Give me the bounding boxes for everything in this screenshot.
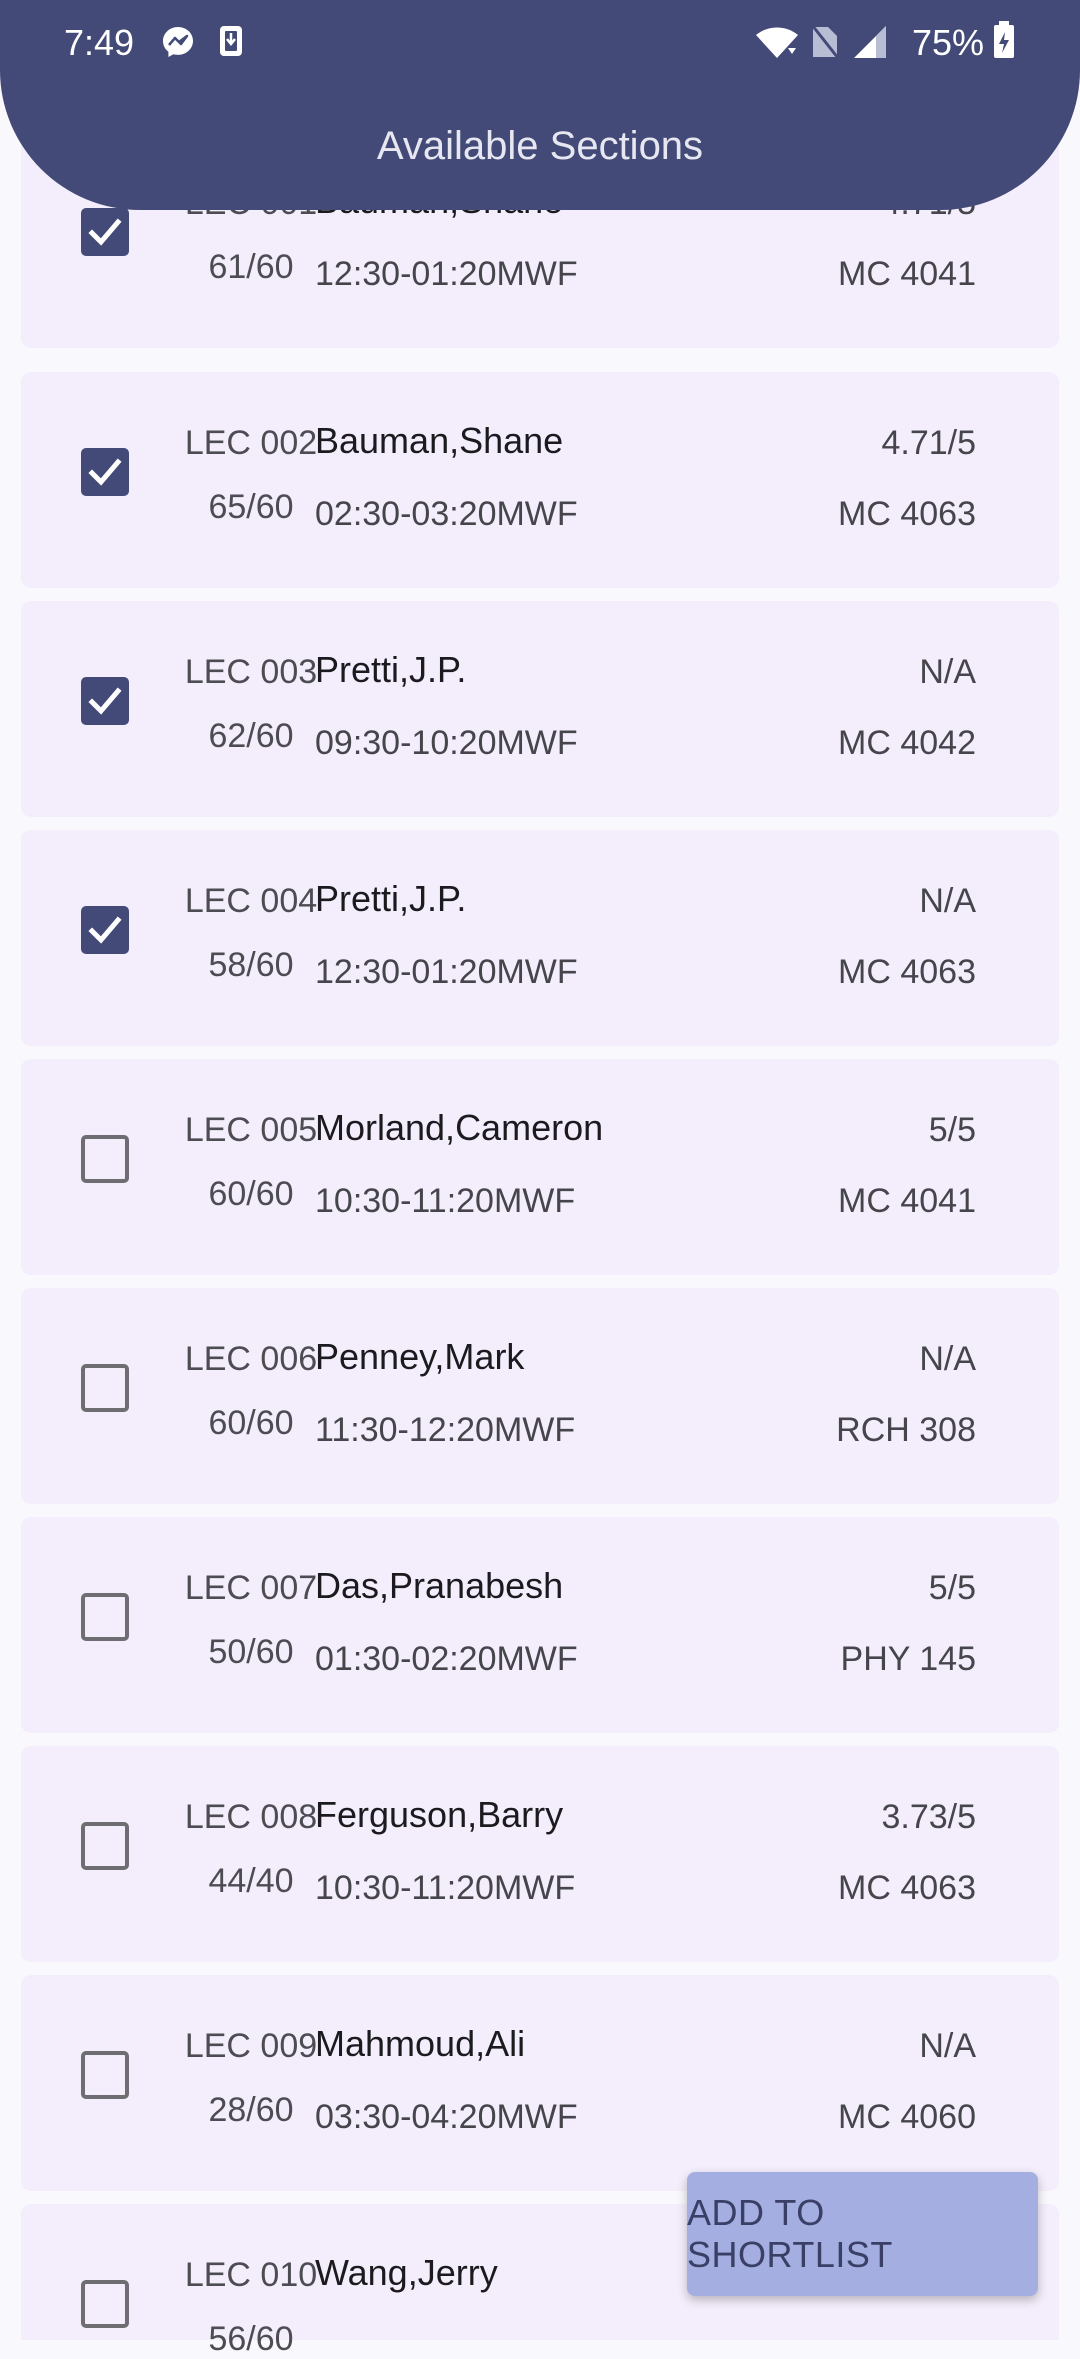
section-card[interactable]: LEC 006 60/60 Penney,Mark 11:30-12:20MWF… (21, 1288, 1059, 1504)
instructor-rating: 5/5 (928, 1111, 976, 1149)
section-card[interactable]: LEC 002 65/60 Bauman,Shane 02:30-03:20MW… (21, 372, 1059, 588)
battery-percent: 75% (912, 22, 985, 63)
page-title: Available Sections (376, 124, 704, 168)
add-to-shortlist-label: ADD TO SHORTLIST (687, 2192, 893, 2275)
section-checkbox[interactable] (81, 2051, 129, 2099)
wifi-icon (756, 27, 798, 58)
section-checkbox[interactable] (81, 2280, 129, 2328)
section-card[interactable]: LEC 005 60/60 Morland,Cameron 10:30-11:2… (21, 1059, 1059, 1275)
instructor-name: Morland,Cameron (315, 1107, 604, 1148)
meeting-time: 01:30-02:20MWF (315, 1640, 578, 1678)
section-checkbox[interactable] (81, 208, 129, 256)
instructor-name: Ferguson,Barry (315, 1794, 564, 1835)
instructor-rating: 3.73/5 (881, 1798, 976, 1836)
section-checkbox[interactable] (81, 677, 129, 725)
instructor-rating: 5/5 (928, 1569, 976, 1607)
check-icon (88, 916, 122, 944)
instructor-rating: N/A (919, 1340, 976, 1378)
download-icon (220, 26, 242, 56)
room-location: PHY 145 (840, 1640, 976, 1678)
app-header: 7:49 75% Available Sections (0, 0, 1080, 210)
instructor-rating: N/A (919, 882, 976, 920)
meeting-time: 09:30-10:20MWF (315, 724, 578, 762)
signal-icon (854, 26, 886, 58)
section-card[interactable]: LEC 008 44/40 Ferguson,Barry 10:30-11:20… (21, 1746, 1059, 1962)
meeting-time: 10:30-11:20MWF (315, 1182, 576, 1220)
messenger-icon (163, 27, 193, 57)
room-location: MC 4042 (838, 724, 976, 762)
instructor-rating: N/A (919, 2027, 976, 2065)
check-icon (88, 458, 122, 486)
instructor-name: Pretti,J.P. (315, 649, 467, 690)
instructor-name: Pretti,J.P. (315, 878, 467, 919)
section-card[interactable]: LEC 009 28/60 Mahmoud,Ali 03:30-04:20MWF… (21, 1975, 1059, 2191)
section-checkbox[interactable] (81, 1822, 129, 1870)
status-time: 7:49 (64, 22, 135, 63)
instructor-name: Mahmoud,Ali (315, 2023, 526, 2064)
section-checkbox[interactable] (81, 1593, 129, 1641)
section-checkbox[interactable] (81, 906, 129, 954)
meeting-time: 11:30-12:20MWF (315, 1411, 576, 1449)
meeting-time: 03:30-04:20MWF (315, 2098, 578, 2136)
section-card[interactable]: LEC 007 50/60 Das,Pranabesh 01:30-02:20M… (21, 1517, 1059, 1733)
room-location: MC 4063 (838, 1869, 976, 1907)
room-location: MC 4041 (838, 255, 976, 293)
room-location: MC 4041 (838, 1182, 976, 1220)
battery-icon (994, 21, 1014, 58)
room-location: RCH 308 (836, 1411, 976, 1449)
check-icon (88, 687, 122, 715)
room-location: MC 4060 (838, 2098, 976, 2136)
meeting-time: 12:30-01:20MWF (315, 953, 578, 991)
section-card[interactable]: LEC 004 58/60 Pretti,J.P. 12:30-01:20MWF… (21, 830, 1059, 1046)
add-to-shortlist-button[interactable]: ADD TO SHORTLIST (687, 2172, 1038, 2296)
room-location: MC 4063 (838, 953, 976, 991)
section-card[interactable]: LEC 003 62/60 Pretti,J.P. 09:30-10:20MWF… (21, 601, 1059, 817)
room-location: MC 4063 (838, 495, 976, 533)
section-checkbox[interactable] (81, 1135, 129, 1183)
instructor-name: Wang,Jerry (315, 2252, 498, 2293)
instructor-rating: 4.71/5 (881, 424, 976, 462)
no-sim-icon (810, 24, 840, 59)
section-checkbox[interactable] (81, 448, 129, 496)
instructor-name: Das,Pranabesh (315, 1565, 564, 1606)
section-checkbox[interactable] (81, 1364, 129, 1412)
meeting-time: 10:30-11:20MWF (315, 1869, 576, 1907)
meeting-time: 02:30-03:20MWF (315, 495, 578, 533)
instructor-rating: N/A (919, 653, 976, 691)
meeting-time: 12:30-01:20MWF (315, 255, 578, 293)
instructor-name: Penney,Mark (315, 1336, 525, 1377)
sections-list[interactable]: LEC 001 61/60 Bauman,Shane 12:30-01:20MW… (0, 0, 1080, 2358)
check-icon (88, 218, 122, 246)
instructor-name: Bauman,Shane (315, 420, 564, 461)
